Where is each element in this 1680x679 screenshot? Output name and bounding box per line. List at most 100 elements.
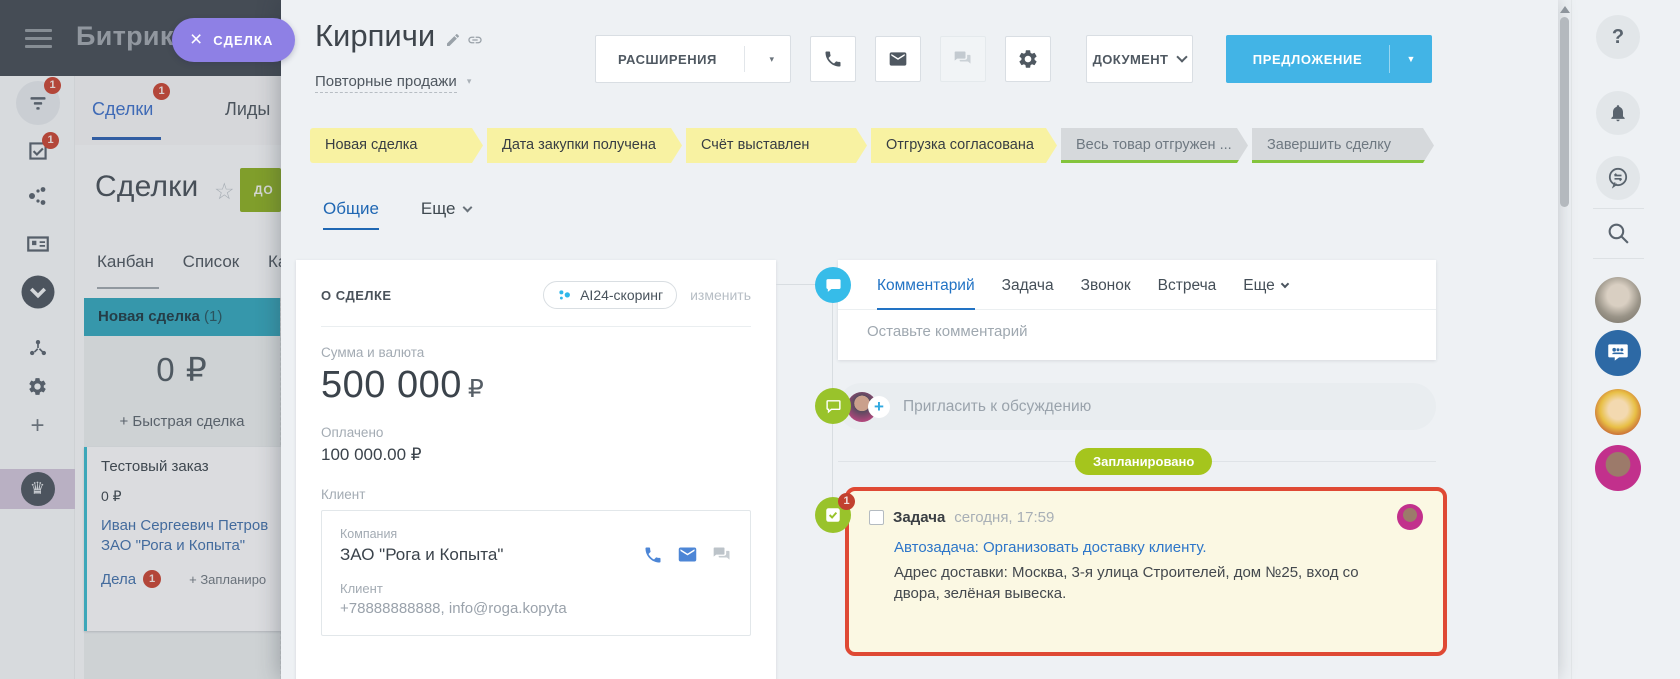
search-icon: [1606, 221, 1631, 246]
company-label: Компания: [340, 527, 732, 541]
deal-title-row: Кирпичи: [315, 18, 483, 54]
email-button[interactable]: [875, 36, 921, 82]
stage-chip[interactable]: Завершить сделку: [1252, 128, 1434, 163]
stage-chip[interactable]: Дата закупки получена: [487, 128, 682, 163]
tab-call[interactable]: Звонок: [1081, 277, 1131, 295]
slider-deal-chip[interactable]: × СДЕЛКА: [172, 18, 295, 62]
scroll-up-arrow-icon[interactable]: [1560, 6, 1570, 13]
chat-exchange-icon: [1606, 166, 1630, 190]
paid-label: Оплачено: [321, 425, 751, 440]
mail-icon[interactable]: [677, 544, 698, 565]
document-label: ДОКУМЕНТ: [1093, 52, 1169, 67]
task-stream-badge: 1: [838, 493, 855, 510]
divider: [1593, 208, 1644, 209]
proposal-button[interactable]: ПРЕДЛОЖЕНИЕ ▼: [1226, 35, 1432, 83]
extensions-button[interactable]: РАСШИРЕНИЯ ▾: [595, 35, 791, 83]
task-time: сегодня, 17:59: [954, 509, 1054, 526]
tab-more[interactable]: Еще: [1243, 277, 1288, 295]
about-heading: О СДЕЛКЕ: [321, 288, 392, 303]
timeline-connector: [776, 284, 817, 285]
phone-icon[interactable]: [643, 545, 663, 565]
title-icons: [445, 32, 483, 48]
deal-title[interactable]: Кирпичи: [315, 18, 435, 54]
divider: [321, 326, 751, 327]
mail-icon: [888, 49, 908, 69]
close-icon[interactable]: ×: [190, 29, 202, 50]
avatar[interactable]: [1595, 445, 1641, 491]
question-icon: ?: [1612, 26, 1624, 49]
dim-overlay: [0, 0, 281, 679]
comment-stream-icon: [815, 267, 851, 303]
edit-icon[interactable]: [445, 32, 461, 48]
search-button[interactable]: [1606, 221, 1631, 246]
deal-tabs: Общие Еще: [323, 199, 471, 230]
invite-label: Пригласить к обсуждению: [903, 398, 1091, 416]
currency-sign: ₽: [468, 375, 484, 403]
pipeline-selector[interactable]: Повторные продажи ▾: [315, 73, 471, 90]
extensions-label: РАСШИРЕНИЯ: [618, 52, 717, 67]
help-button[interactable]: ?: [1596, 15, 1640, 59]
scrollbar-thumb[interactable]: [1560, 17, 1569, 207]
invite-row[interactable]: + Пригласить к обсуждению: [838, 383, 1436, 430]
tab-more-label: Еще: [421, 199, 456, 219]
settings-button[interactable]: [1005, 36, 1051, 82]
tab-comment[interactable]: Комментарий: [877, 277, 975, 295]
button-divider: [744, 46, 745, 72]
stage-chip[interactable]: Отгрузка согласована: [871, 128, 1057, 163]
add-person-icon[interactable]: +: [868, 396, 890, 418]
avatar: [1397, 504, 1423, 530]
stage-chip[interactable]: Весь товар отгружен ...: [1061, 128, 1248, 163]
caret-down-icon: ▾: [769, 54, 774, 65]
task-checkbox[interactable]: [869, 510, 884, 525]
company-actions: [643, 544, 732, 565]
stage-pipeline: Новая сделка Дата закупки получена Счёт …: [310, 128, 1434, 163]
tab-more[interactable]: Еще: [421, 199, 471, 219]
client-label: Клиент: [321, 487, 751, 502]
avatar[interactable]: [1595, 277, 1641, 323]
ai-scoring-button[interactable]: AI24-скоринг: [543, 281, 677, 309]
contact-value[interactable]: +78888888888, info@roga.kopyta: [340, 600, 732, 617]
task-stream-icon: 1: [815, 497, 851, 533]
tab-task[interactable]: Задача: [1002, 277, 1054, 295]
document-button[interactable]: ДОКУМЕНТ: [1086, 35, 1193, 83]
group-chat-avatar[interactable]: [1595, 330, 1641, 376]
link-icon[interactable]: [467, 32, 483, 48]
toolbar: РАСШИРЕНИЯ ▾ ДОКУМЕНТ ПРЕДЛОЖЕНИЕ: [595, 35, 1432, 83]
client-box: Компания ЗАО "Рога и Копыта" Клиент +788…: [321, 510, 751, 636]
messenger-button[interactable]: [1596, 156, 1640, 200]
stage-chip[interactable]: Новая сделка: [310, 128, 483, 163]
chevron-down-icon: [462, 202, 472, 212]
pipeline-label: Повторные продажи: [315, 73, 457, 93]
call-button[interactable]: [810, 36, 856, 82]
divider: [1593, 258, 1644, 259]
bell-icon: [1608, 103, 1628, 123]
notifications-button[interactable]: [1596, 91, 1640, 135]
composer-tabs: Комментарий Задача Звонок Встреча Еще: [838, 277, 1436, 295]
deal-chip-label: СДЕЛКА: [213, 33, 273, 48]
avatar[interactable]: [1595, 389, 1641, 435]
comment-input[interactable]: Оставьте комментарий: [838, 310, 1436, 340]
caret-down-icon[interactable]: ▼: [1390, 54, 1432, 64]
chat-icon[interactable]: [712, 545, 732, 565]
company-name[interactable]: ЗАО "Рога и Копыта": [340, 545, 503, 565]
chat-button[interactable]: [940, 36, 986, 82]
edit-link[interactable]: изменить: [690, 287, 751, 303]
task-check-icon: [824, 506, 842, 524]
discussion-stream-icon: [815, 388, 851, 424]
deal-amount[interactable]: 500 000₽: [321, 364, 751, 407]
right-rail: ?: [1571, 0, 1680, 679]
speech-bubble-icon: [825, 398, 842, 415]
tab-meeting[interactable]: Встреча: [1158, 277, 1217, 295]
panel-scrollbar[interactable]: [1558, 0, 1571, 679]
scheduled-badge: Запланировано: [1075, 448, 1212, 475]
stage-chip[interactable]: Счёт выставлен: [686, 128, 867, 163]
deal-slider-panel: Кирпичи Повторные продажи ▾ РАСШИРЕНИЯ ▾: [281, 0, 1558, 679]
task-link[interactable]: Автозадача: Организовать доставку клиент…: [894, 539, 1423, 556]
tab-general[interactable]: Общие: [323, 199, 379, 230]
task-card-highlighted[interactable]: Задача сегодня, 17:59 Автозадача: Органи…: [845, 487, 1447, 656]
tab-more-label: Еще: [1243, 277, 1275, 295]
chevron-down-icon: [1281, 280, 1289, 288]
paid-value[interactable]: 100 000.00 ₽: [321, 445, 751, 465]
about-deal-card: О СДЕЛКЕ AI24-скоринг изменить Сумма и в…: [296, 260, 776, 679]
ai-scoring-label: AI24-скоринг: [580, 287, 663, 303]
